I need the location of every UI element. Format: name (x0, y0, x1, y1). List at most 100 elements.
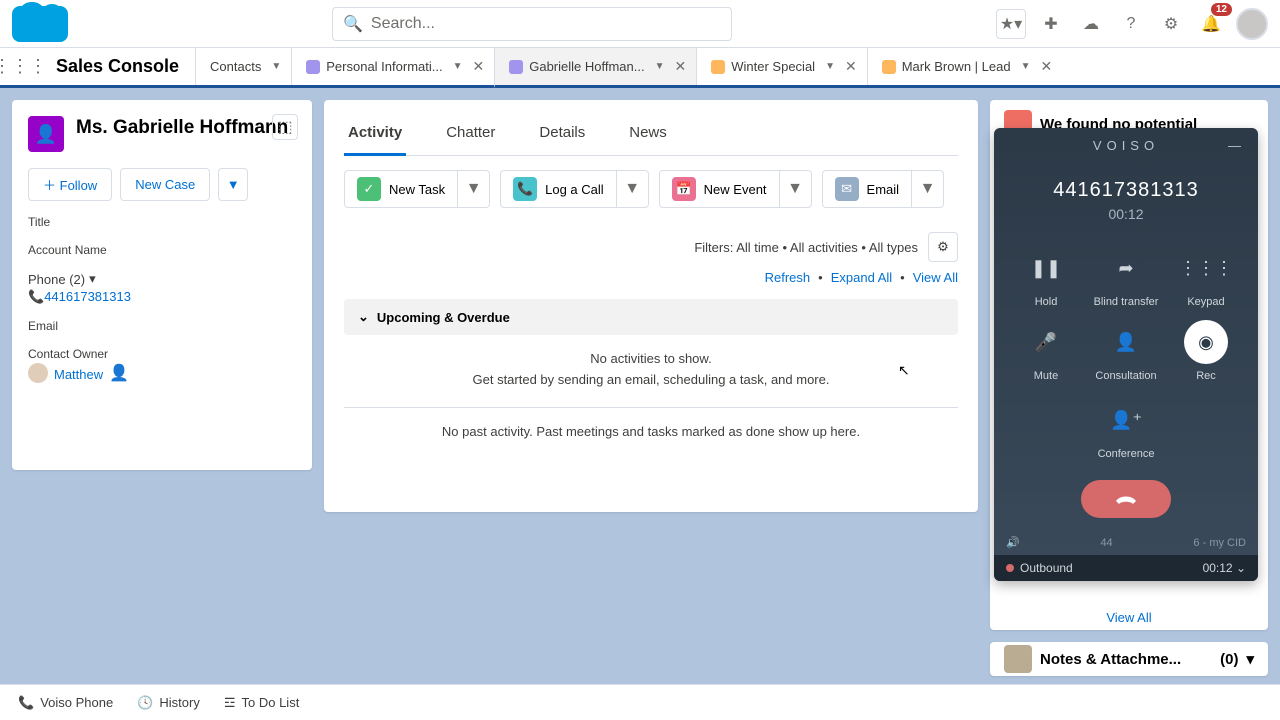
call-icon: 📞 (513, 177, 537, 201)
hierarchy-button[interactable]: ⬚ (272, 114, 298, 140)
tab-winter-special[interactable]: Winter Special ▼ ✕ (696, 48, 866, 85)
outbound-dot-icon (1006, 564, 1014, 572)
conference-button[interactable]: 👤⁺Conference (1098, 394, 1155, 464)
history-util[interactable]: 🕓History (127, 689, 210, 717)
chevron-down-icon: ⌄ (358, 309, 369, 325)
event-icon: 📅 (672, 177, 696, 201)
upcoming-section-header[interactable]: ⌄ Upcoming & Overdue (344, 299, 958, 335)
chevron-down-icon[interactable]: ▾ (1246, 650, 1254, 668)
search-placeholder: Search... (371, 15, 435, 33)
user-avatar[interactable] (1236, 8, 1268, 40)
phone-link[interactable]: 📞441617381313 (28, 289, 296, 305)
close-icon[interactable]: ✕ (1040, 58, 1052, 75)
chevron-down-icon: ⌄ (1236, 561, 1246, 575)
workspace-tabs: ⋮⋮⋮ Sales Console Contacts ▼ Personal In… (0, 48, 1280, 88)
record-button[interactable]: ◉Rec (1166, 316, 1246, 386)
email-icon: ✉ (835, 177, 859, 201)
utility-bar: 📞Voiso Phone 🕓History ☲To Do List (0, 684, 1280, 720)
owner-avatar (28, 363, 48, 383)
change-owner-icon[interactable]: 👤 (109, 363, 129, 383)
record-icon: ◉ (1184, 320, 1228, 364)
close-icon[interactable]: ✕ (473, 58, 485, 75)
lead-icon (882, 60, 896, 74)
contact-icon (509, 60, 523, 74)
global-search-input[interactable]: 🔍 Search... (332, 7, 732, 41)
chevron-down-icon[interactable]: ▼ (1021, 61, 1031, 72)
refresh-link[interactable]: Refresh (765, 270, 811, 285)
favorites-button[interactable]: ★▾ (996, 9, 1026, 39)
mute-button[interactable]: 🎤Mute (1006, 316, 1086, 386)
tab-chatter[interactable]: Chatter (442, 116, 499, 155)
phone-icon: 📞 (18, 695, 34, 711)
star-icon (711, 60, 725, 74)
speaker-icon[interactable]: 🔊 (1006, 536, 1020, 549)
footer-left: 44 (1100, 537, 1112, 549)
app-name: Sales Console (40, 48, 195, 85)
search-icon: 🔍 (343, 14, 363, 34)
close-icon[interactable]: ✕ (845, 58, 857, 75)
past-activity-text: No past activity. Past meetings and task… (344, 407, 958, 439)
setup-gear-icon[interactable]: ⚙ (1156, 9, 1186, 39)
chevron-down-icon[interactable]: ▼ (453, 61, 463, 72)
tab-activity[interactable]: Activity (344, 116, 406, 156)
title-label: Title (28, 215, 296, 229)
tab-news[interactable]: News (625, 116, 671, 155)
contact-name: Ms. Gabrielle Hoffmann (76, 116, 288, 140)
clock-icon: 🕓 (137, 695, 153, 711)
mic-icon: 🎤 (1024, 320, 1068, 364)
todo-util[interactable]: ☲To Do List (214, 689, 309, 717)
keypad-button[interactable]: ⋮⋮⋮Keypad (1166, 242, 1246, 312)
chevron-down-icon[interactable]: ▼ (825, 61, 835, 72)
new-event-dropdown[interactable]: ▼ (779, 171, 811, 207)
new-case-button[interactable]: New Case (120, 168, 210, 201)
voiso-brand: VOISO (1093, 138, 1159, 153)
tab-personal-info[interactable]: Personal Informati... ▼ ✕ (291, 48, 494, 85)
voiso-phone-util[interactable]: 📞Voiso Phone (8, 689, 123, 717)
notes-count: (0) (1220, 651, 1238, 668)
view-all-link-right[interactable]: View All (990, 600, 1268, 630)
email-label: Email (28, 319, 296, 333)
new-task-dropdown[interactable]: ▼ (457, 171, 489, 207)
cloud-icon[interactable]: ☁ (1076, 9, 1106, 39)
app-launcher-icon[interactable]: ⋮⋮⋮ (0, 48, 40, 85)
minimize-button[interactable]: — (1228, 138, 1246, 153)
new-task-button[interactable]: ✓New Task (345, 171, 457, 207)
call-timer: 00:12 (994, 206, 1258, 222)
tab-details[interactable]: Details (535, 116, 589, 155)
call-status-bar[interactable]: Outbound 00:12 ⌄ (994, 555, 1258, 581)
new-event-button[interactable]: 📅New Event (660, 171, 779, 207)
close-icon[interactable]: ✕ (675, 58, 687, 75)
consultation-button[interactable]: 👤Consultation (1086, 316, 1166, 386)
hold-button[interactable]: ❚❚Hold (1006, 242, 1086, 312)
log-call-button[interactable]: 📞Log a Call (501, 171, 616, 207)
blind-transfer-button[interactable]: ➦Blind transfer (1086, 242, 1166, 312)
email-button[interactable]: ✉Email (823, 171, 912, 207)
notes-icon (1004, 645, 1032, 673)
notifications-button[interactable]: 🔔12 (1196, 9, 1226, 39)
add-button[interactable]: ✚ (1036, 9, 1066, 39)
tab-gabrielle-hoffmann[interactable]: Gabrielle Hoffman... ▼ ✕ (494, 48, 696, 88)
tab-mark-brown[interactable]: Mark Brown | Lead ▼ ✕ (867, 48, 1063, 85)
more-actions-button[interactable]: ▼ (218, 168, 248, 201)
help-icon[interactable]: ? (1116, 9, 1146, 39)
owner-link[interactable]: Matthew (54, 367, 103, 382)
call-number: 441617381313 (994, 179, 1258, 202)
phone-down-icon (1114, 493, 1138, 505)
email-dropdown[interactable]: ▼ (911, 171, 943, 207)
keypad-icon: ⋮⋮⋮ (1184, 246, 1228, 290)
expand-all-link[interactable]: Expand All (831, 270, 892, 285)
chevron-down-icon[interactable]: ▼ (271, 61, 281, 72)
phone-label[interactable]: Phone (2) ▾ (28, 271, 296, 287)
hangup-button[interactable] (1081, 480, 1171, 518)
log-call-dropdown[interactable]: ▼ (616, 171, 648, 207)
owner-label: Contact Owner (28, 347, 296, 361)
follow-button[interactable]: ＋ Follow (28, 168, 112, 201)
chevron-down-icon: ▾ (89, 271, 96, 287)
tab-contacts[interactable]: Contacts ▼ (195, 48, 291, 85)
conference-icon: 👤⁺ (1104, 398, 1148, 442)
chevron-down-icon[interactable]: ▼ (655, 61, 665, 72)
global-header: 🔍 Search... ★▾ ✚ ☁ ? ⚙ 🔔12 (0, 0, 1280, 48)
filter-settings-button[interactable]: ⚙ (928, 232, 958, 262)
view-all-link[interactable]: View All (913, 270, 958, 285)
notes-attachments-card[interactable]: Notes & Attachme... (0) ▾ (990, 642, 1268, 676)
